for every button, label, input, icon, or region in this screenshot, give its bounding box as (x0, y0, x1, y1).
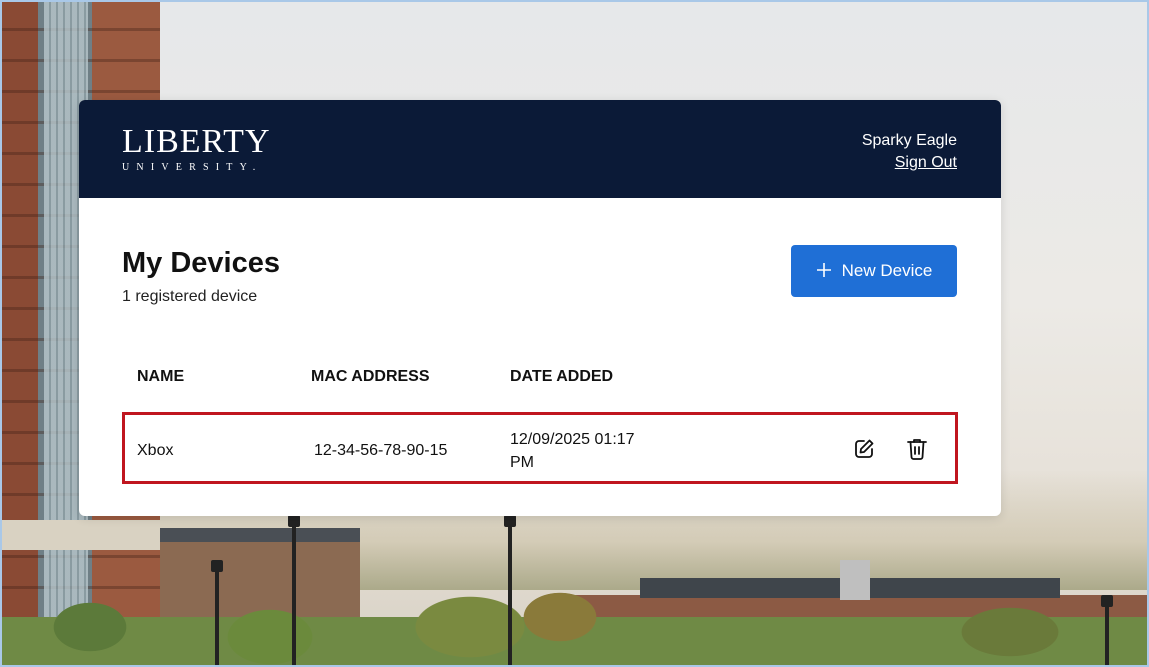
user-block: Sparky Eagle Sign Out (862, 130, 957, 174)
device-date-line2: PM (510, 454, 534, 471)
user-name: Sparky Eagle (861, 132, 957, 149)
table-header: NAME MAC ADDRESS DATE ADDED (122, 358, 958, 398)
device-date: 12/09/2025 01:17 PM (510, 428, 660, 474)
column-header-date: DATE ADDED (510, 368, 614, 385)
table-row: Xbox 12-34-56-78-90-15 12/09/2025 01:17 … (122, 412, 958, 484)
column-header-mac: MAC ADDRESS (311, 368, 430, 385)
page-title: My Devices (122, 247, 280, 279)
plus-icon (816, 261, 832, 281)
new-device-label: New Device (841, 261, 933, 280)
device-date-line1: 12/09/2025 01:17 (510, 431, 635, 448)
device-count: 1 registered device (122, 288, 258, 305)
edit-icon[interactable] (850, 435, 878, 463)
trash-icon[interactable] (903, 435, 931, 463)
logo-wordmark: LIBERTY (122, 123, 271, 160)
logo-subtext: UNIVERSITY. (122, 162, 263, 173)
liberty-university-logo[interactable]: LIBERTY UNIVERSITY. (122, 124, 271, 174)
new-device-button[interactable]: New Device (791, 245, 957, 297)
devices-table: NAME MAC ADDRESS DATE ADDED Xbox 12-34-5… (122, 358, 958, 484)
device-mac: 12-34-56-78-90-15 (314, 442, 448, 459)
device-name: Xbox (137, 442, 174, 459)
sign-out-link[interactable]: Sign Out (895, 152, 957, 174)
card-header: LIBERTY UNIVERSITY. Sparky Eagle Sign Ou… (79, 100, 1001, 198)
devices-card: LIBERTY UNIVERSITY. Sparky Eagle Sign Ou… (79, 100, 1001, 516)
column-header-name: NAME (137, 368, 185, 385)
